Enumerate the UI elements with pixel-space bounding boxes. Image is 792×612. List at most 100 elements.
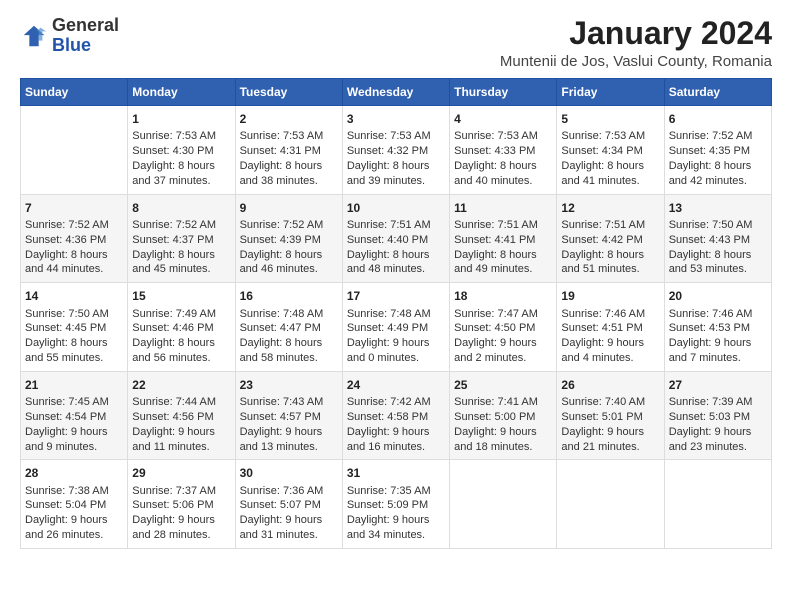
weekday-header-wednesday: Wednesday: [342, 79, 449, 106]
cell-info: Sunrise: 7:52 AM: [25, 218, 123, 233]
cell-info: and 48 minutes.: [347, 262, 445, 277]
cell-info: Sunrise: 7:51 AM: [454, 218, 552, 233]
day-number: 8: [132, 200, 230, 216]
weekday-header-thursday: Thursday: [450, 79, 557, 106]
cell-info: Sunset: 4:41 PM: [454, 233, 552, 248]
cell-info: Daylight: 9 hours: [561, 336, 659, 351]
calendar-week-row: 1Sunrise: 7:53 AMSunset: 4:30 PMDaylight…: [21, 106, 772, 195]
cell-info: and 51 minutes.: [561, 262, 659, 277]
cell-info: Sunset: 4:42 PM: [561, 233, 659, 248]
calendar-cell: 16Sunrise: 7:48 AMSunset: 4:47 PMDayligh…: [235, 283, 342, 372]
cell-info: and 49 minutes.: [454, 262, 552, 277]
calendar-cell: [664, 460, 771, 549]
day-number: 1: [132, 111, 230, 127]
cell-info: Sunset: 4:58 PM: [347, 410, 445, 425]
day-number: 21: [25, 377, 123, 393]
cell-info: Sunset: 5:07 PM: [240, 498, 338, 513]
calendar-cell: 2Sunrise: 7:53 AMSunset: 4:31 PMDaylight…: [235, 106, 342, 195]
cell-info: Daylight: 8 hours: [454, 159, 552, 174]
cell-info: Sunset: 4:47 PM: [240, 321, 338, 336]
cell-info: Sunset: 5:00 PM: [454, 410, 552, 425]
calendar-cell: 5Sunrise: 7:53 AMSunset: 4:34 PMDaylight…: [557, 106, 664, 195]
cell-info: Daylight: 9 hours: [454, 336, 552, 351]
cell-info: Daylight: 8 hours: [240, 248, 338, 263]
day-number: 13: [669, 200, 767, 216]
weekday-header-monday: Monday: [128, 79, 235, 106]
cell-info: and 7 minutes.: [669, 351, 767, 366]
cell-info: and 56 minutes.: [132, 351, 230, 366]
cell-info: and 58 minutes.: [240, 351, 338, 366]
cell-info: Daylight: 9 hours: [454, 425, 552, 440]
cell-info: Sunset: 5:04 PM: [25, 498, 123, 513]
cell-info: Daylight: 9 hours: [240, 425, 338, 440]
day-number: 26: [561, 377, 659, 393]
cell-info: Daylight: 8 hours: [132, 336, 230, 351]
calendar-cell: 29Sunrise: 7:37 AMSunset: 5:06 PMDayligh…: [128, 460, 235, 549]
day-number: 27: [669, 377, 767, 393]
calendar-cell: 6Sunrise: 7:52 AMSunset: 4:35 PMDaylight…: [664, 106, 771, 195]
cell-info: and 28 minutes.: [132, 528, 230, 543]
cell-info: Sunrise: 7:39 AM: [669, 395, 767, 410]
cell-info: Sunset: 4:32 PM: [347, 144, 445, 159]
day-number: 29: [132, 465, 230, 481]
calendar-cell: 8Sunrise: 7:52 AMSunset: 4:37 PMDaylight…: [128, 194, 235, 283]
cell-info: Daylight: 9 hours: [25, 425, 123, 440]
cell-info: Sunrise: 7:42 AM: [347, 395, 445, 410]
day-number: 16: [240, 288, 338, 304]
cell-info: Sunrise: 7:52 AM: [669, 129, 767, 144]
day-number: 17: [347, 288, 445, 304]
calendar-cell: [450, 460, 557, 549]
weekday-header-friday: Friday: [557, 79, 664, 106]
cell-info: Sunrise: 7:37 AM: [132, 484, 230, 499]
cell-info: Sunset: 4:37 PM: [132, 233, 230, 248]
calendar-cell: 12Sunrise: 7:51 AMSunset: 4:42 PMDayligh…: [557, 194, 664, 283]
day-number: 2: [240, 111, 338, 127]
cell-info: Sunrise: 7:53 AM: [561, 129, 659, 144]
calendar-cell: 23Sunrise: 7:43 AMSunset: 4:57 PMDayligh…: [235, 371, 342, 460]
cell-info: Sunrise: 7:53 AM: [240, 129, 338, 144]
calendar-week-row: 7Sunrise: 7:52 AMSunset: 4:36 PMDaylight…: [21, 194, 772, 283]
cell-info: and 2 minutes.: [454, 351, 552, 366]
calendar-cell: 24Sunrise: 7:42 AMSunset: 4:58 PMDayligh…: [342, 371, 449, 460]
cell-info: Sunrise: 7:48 AM: [240, 307, 338, 322]
calendar-cell: 27Sunrise: 7:39 AMSunset: 5:03 PMDayligh…: [664, 371, 771, 460]
cell-info: Sunrise: 7:47 AM: [454, 307, 552, 322]
cell-info: Daylight: 8 hours: [25, 336, 123, 351]
calendar-cell: [557, 460, 664, 549]
cell-info: Sunset: 5:03 PM: [669, 410, 767, 425]
calendar-cell: 13Sunrise: 7:50 AMSunset: 4:43 PMDayligh…: [664, 194, 771, 283]
cell-info: Daylight: 8 hours: [561, 159, 659, 174]
day-number: 15: [132, 288, 230, 304]
cell-info: Sunrise: 7:53 AM: [132, 129, 230, 144]
cell-info: Daylight: 9 hours: [132, 425, 230, 440]
cell-info: Sunset: 4:39 PM: [240, 233, 338, 248]
cell-info: Sunrise: 7:36 AM: [240, 484, 338, 499]
cell-info: Daylight: 8 hours: [132, 248, 230, 263]
cell-info: Sunset: 5:09 PM: [347, 498, 445, 513]
calendar-cell: 3Sunrise: 7:53 AMSunset: 4:32 PMDaylight…: [342, 106, 449, 195]
cell-info: Sunrise: 7:53 AM: [454, 129, 552, 144]
cell-info: and 21 minutes.: [561, 440, 659, 455]
cell-info: Sunrise: 7:50 AM: [25, 307, 123, 322]
cell-info: Sunset: 4:33 PM: [454, 144, 552, 159]
cell-info: Daylight: 8 hours: [132, 159, 230, 174]
calendar-cell: 26Sunrise: 7:40 AMSunset: 5:01 PMDayligh…: [557, 371, 664, 460]
cell-info: Sunrise: 7:46 AM: [561, 307, 659, 322]
cell-info: Sunset: 4:30 PM: [132, 144, 230, 159]
cell-info: and 9 minutes.: [25, 440, 123, 455]
cell-info: Sunset: 4:56 PM: [132, 410, 230, 425]
day-number: 7: [25, 200, 123, 216]
calendar-cell: [21, 106, 128, 195]
calendar-cell: 14Sunrise: 7:50 AMSunset: 4:45 PMDayligh…: [21, 283, 128, 372]
cell-info: Sunset: 4:34 PM: [561, 144, 659, 159]
calendar-week-row: 21Sunrise: 7:45 AMSunset: 4:54 PMDayligh…: [21, 371, 772, 460]
weekday-header-sunday: Sunday: [21, 79, 128, 106]
day-number: 3: [347, 111, 445, 127]
cell-info: and 42 minutes.: [669, 174, 767, 189]
cell-info: Daylight: 8 hours: [240, 159, 338, 174]
cell-info: Sunset: 4:57 PM: [240, 410, 338, 425]
calendar-cell: 19Sunrise: 7:46 AMSunset: 4:51 PMDayligh…: [557, 283, 664, 372]
cell-info: Sunrise: 7:35 AM: [347, 484, 445, 499]
day-number: 4: [454, 111, 552, 127]
cell-info: Daylight: 9 hours: [669, 336, 767, 351]
